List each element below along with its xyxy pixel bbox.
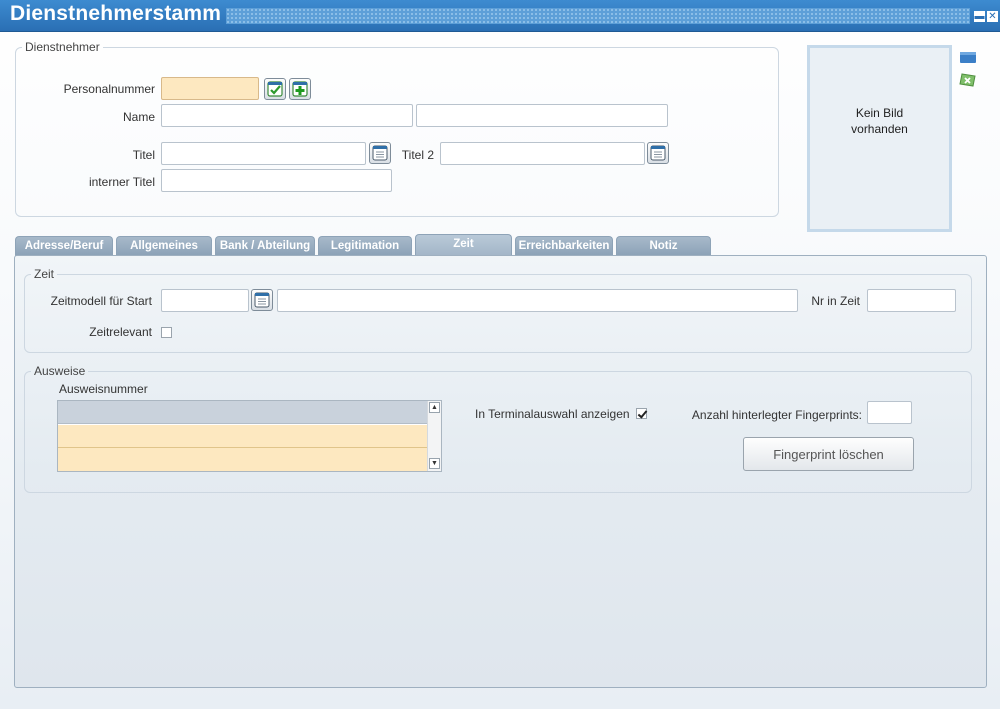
fingerprints-count-input[interactable] — [867, 401, 912, 424]
remove-image-icon[interactable] — [959, 72, 977, 91]
nr-in-zeit-input[interactable] — [867, 289, 956, 312]
table-scrollbar[interactable]: ▲ ▼ — [427, 401, 441, 471]
minimize-button[interactable]: ▬ — [974, 11, 985, 22]
interner-titel-label: interner Titel — [88, 175, 155, 189]
fingerprints-label: Anzahl hinterlegter Fingerprints: — [691, 408, 862, 422]
table-row[interactable] — [58, 401, 428, 424]
zeitrelevant-label: Zeitrelevant — [89, 325, 152, 339]
table-row[interactable] — [58, 425, 428, 448]
tab-notiz[interactable]: Notiz — [616, 236, 711, 256]
name-last-input[interactable] — [416, 104, 668, 127]
titel-input[interactable] — [161, 142, 366, 165]
confirm-personalnummer-button[interactable] — [264, 78, 286, 100]
tab-bank-abteilung[interactable]: Bank / Abteilung — [215, 236, 315, 256]
photo-placeholder[interactable]: Kein Bild vorhanden — [807, 45, 952, 232]
zeitmodell-label: Zeitmodell für Start — [50, 294, 152, 308]
ausweise-group-legend: Ausweise — [34, 364, 86, 378]
personalnummer-label: Personalnummer — [63, 82, 155, 96]
personalnummer-input[interactable] — [161, 77, 259, 100]
zeitrelevant-checkbox[interactable] — [161, 327, 172, 338]
title-bar-pattern — [226, 8, 970, 24]
scroll-up-icon[interactable]: ▲ — [429, 402, 440, 413]
titel2-input[interactable] — [440, 142, 645, 165]
titel2-label: Titel 2 — [401, 148, 434, 162]
list-icon — [254, 292, 270, 308]
ausweis-table[interactable]: ▲ ▼ — [57, 400, 442, 472]
tab-erreichbarkeiten[interactable]: Erreichbarkeiten — [515, 236, 613, 256]
folder-icon[interactable] — [959, 50, 977, 67]
titel-label: Titel — [132, 148, 155, 162]
terminal-label: In Terminalauswahl anzeigen — [475, 407, 630, 421]
tab-adresse-beruf[interactable]: Adresse/Beruf — [15, 236, 113, 256]
titel2-lookup-button[interactable] — [647, 142, 669, 164]
employee-group: Dienstnehmer — [15, 40, 779, 217]
plus-icon — [292, 81, 308, 97]
zeit-group-legend: Zeit — [34, 267, 55, 281]
zeitmodell-description-input[interactable] — [277, 289, 798, 312]
photo-text-line1: Kein Bild — [855, 106, 904, 120]
zeitmodell-lookup-button[interactable] — [251, 289, 273, 311]
list-icon — [372, 145, 388, 161]
nr-in-zeit-label: Nr in Zeit — [811, 294, 860, 308]
photo-text-line2: vorhanden — [851, 122, 908, 136]
terminal-checkbox[interactable] — [636, 408, 647, 419]
tab-zeit[interactable]: Zeit — [415, 234, 512, 256]
titel-lookup-button[interactable] — [369, 142, 391, 164]
tab-legitimation[interactable]: Legitimation — [318, 236, 412, 256]
ausweisnummer-header: Ausweisnummer — [59, 382, 148, 396]
list-icon — [650, 145, 666, 161]
window-title: Dienstnehmerstamm — [10, 2, 222, 25]
employee-group-legend: Dienstnehmer — [25, 40, 100, 54]
scroll-down-icon[interactable]: ▼ — [429, 458, 440, 469]
table-row[interactable] — [58, 448, 428, 471]
name-label: Name — [122, 110, 155, 124]
delete-fingerprint-button[interactable]: Fingerprint löschen — [743, 437, 914, 471]
close-button[interactable]: ✕ — [987, 11, 998, 22]
interner-titel-input[interactable] — [161, 169, 392, 192]
zeitmodell-input[interactable] — [161, 289, 249, 312]
add-employee-button[interactable] — [289, 78, 311, 100]
check-icon — [267, 81, 283, 97]
name-first-input[interactable] — [161, 104, 413, 127]
title-bar: Dienstnehmerstamm ▬ ✕ — [0, 0, 1000, 32]
tab-allgemeines[interactable]: Allgemeines — [116, 236, 212, 256]
